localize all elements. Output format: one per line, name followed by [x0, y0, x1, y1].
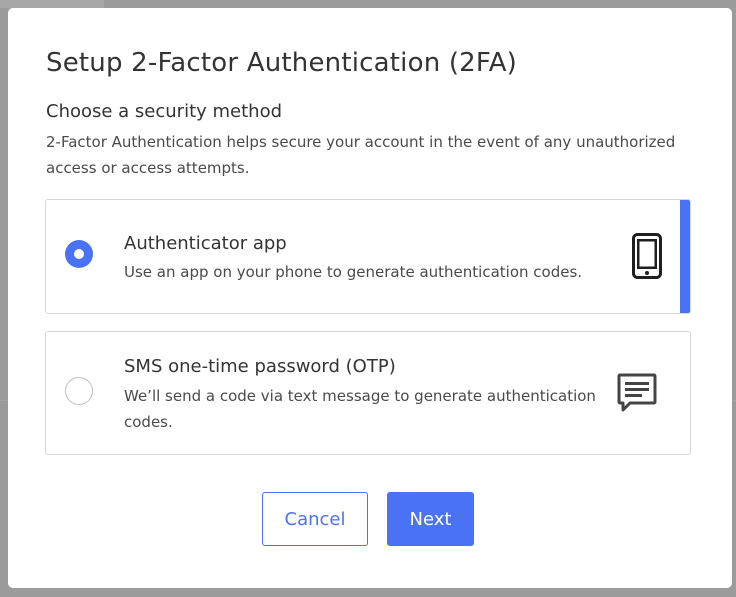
section-heading: Choose a security method — [46, 101, 283, 122]
option-authenticator-app[interactable]: Authenticator app Use an app on your pho… — [45, 199, 691, 314]
setup-2fa-dialog: Setup 2-Factor Authentication (2FA) Choo… — [8, 8, 732, 588]
chat-message-icon — [616, 372, 658, 414]
selected-accent-bar — [680, 200, 690, 313]
smartphone-icon — [632, 233, 662, 279]
option-title: SMS one-time password (OTP) — [124, 356, 396, 377]
option-title: Authenticator app — [124, 233, 287, 254]
dialog-title: Setup 2-Factor Authentication (2FA) — [46, 48, 518, 78]
option-sms-otp[interactable]: SMS one-time password (OTP) We’ll send a… — [45, 331, 691, 455]
radio-authenticator-app[interactable] — [65, 240, 93, 268]
radio-sms-otp[interactable] — [65, 377, 93, 405]
option-description: Use an app on your phone to generate aut… — [124, 263, 583, 281]
option-description: We’ll send a code via text message to ge… — [124, 387, 596, 431]
next-button[interactable]: Next — [387, 492, 474, 546]
section-description: 2-Factor Authentication helps secure you… — [46, 133, 676, 177]
background-tab — [0, 0, 104, 8]
cancel-button[interactable]: Cancel — [262, 492, 368, 546]
